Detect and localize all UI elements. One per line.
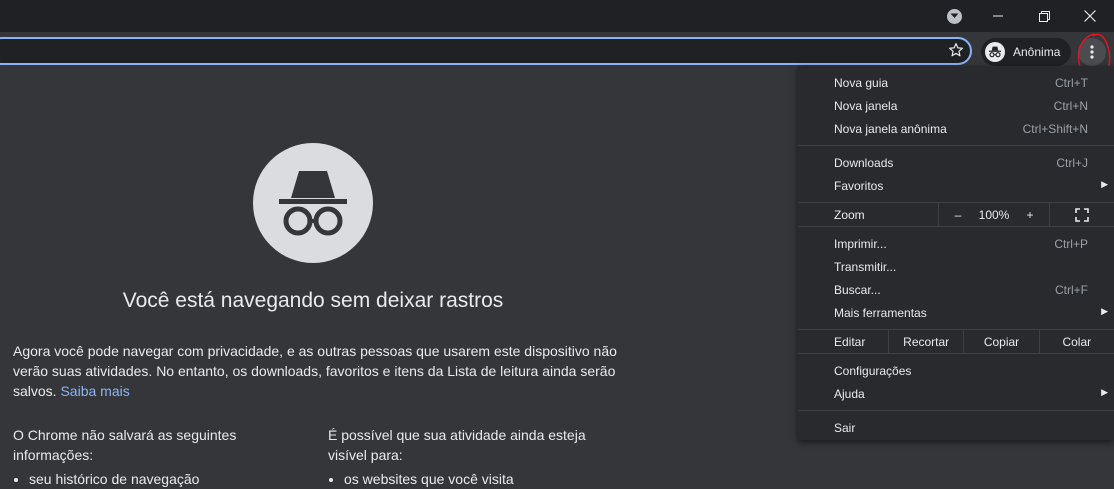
menu-item-label: Configurações: [834, 364, 912, 378]
menu-item-downloads[interactable]: Downloads Ctrl+J: [798, 152, 1114, 175]
tab-search-button[interactable]: [931, 0, 977, 32]
incognito-hero-icon: [253, 143, 373, 263]
restore-icon: [1038, 10, 1050, 22]
cut-button[interactable]: Recortar: [888, 330, 963, 353]
incognito-icon: [985, 42, 1005, 62]
restore-button[interactable]: [1021, 0, 1067, 32]
menu-item-shortcut: Ctrl+P: [1054, 237, 1088, 251]
menu-item-shortcut: Ctrl+Shift+N: [1022, 122, 1088, 136]
menu-item-new-window[interactable]: Nova janela Ctrl+N: [798, 95, 1114, 118]
menu-item-zoom: Zoom – 100% +: [798, 203, 1114, 226]
visible-to-column: É possível que sua atividade ainda estej…: [328, 425, 598, 489]
minimize-icon: [993, 15, 1003, 17]
chevron-down-icon: [946, 8, 962, 24]
menu-item-label: Favoritos: [834, 179, 884, 193]
zoom-out-button[interactable]: –: [939, 203, 977, 226]
menu-item-find[interactable]: Buscar... Ctrl+F: [798, 279, 1114, 302]
bookmark-star-icon[interactable]: [946, 40, 966, 60]
learn-more-link[interactable]: Saiba mais: [60, 383, 129, 399]
profile-label: Anônima: [1013, 45, 1061, 59]
menu-item-label: Nova janela: [834, 99, 898, 113]
fullscreen-icon: [1075, 207, 1089, 222]
menu-item-label: Sair: [834, 421, 856, 435]
close-button[interactable]: [1067, 0, 1113, 32]
menu-item-edit: Editar Recortar Copiar Colar: [798, 330, 1114, 353]
paste-button[interactable]: Colar: [1038, 330, 1114, 353]
menu-item-bookmarks[interactable]: Favoritos ▶: [798, 175, 1114, 198]
more-vert-icon: [1090, 45, 1094, 59]
incognito-profile-chip[interactable]: Anônima: [981, 38, 1071, 66]
menu-item-more-tools[interactable]: Mais ferramentas ▶: [798, 302, 1114, 325]
zoom-level: 100%: [978, 207, 1010, 222]
menu-item-label: Buscar...: [834, 283, 881, 297]
visible-to-heading: É possível que sua atividade ainda estej…: [328, 427, 586, 463]
menu-item-label: Ajuda: [834, 387, 865, 401]
menu-item-new-tab[interactable]: Nova guia Ctrl+T: [798, 72, 1114, 95]
title-bar: [0, 0, 1114, 32]
menu-item-shortcut: Ctrl+J: [1056, 156, 1088, 170]
intro-paragraph: Agora você pode navegar com privacidade,…: [13, 341, 623, 401]
list-item: seu histórico de navegação: [29, 469, 283, 489]
menu-item-print[interactable]: Imprimir... Ctrl+P: [798, 233, 1114, 256]
menu-item-label: Mais ferramentas: [834, 306, 927, 320]
menu-separator: [798, 145, 1114, 146]
menu-item-label: Transmitir...: [834, 260, 897, 274]
menu-item-label: Imprimir...: [834, 237, 887, 251]
menu-separator: [798, 226, 1114, 227]
address-bar[interactable]: [0, 37, 972, 65]
minimize-button[interactable]: [975, 0, 1021, 32]
not-saved-column: O Chrome não salvará as seguintes inform…: [13, 425, 283, 489]
menu-item-new-incognito-window[interactable]: Nova janela anônima Ctrl+Shift+N: [798, 118, 1114, 141]
submenu-arrow-icon: ▶: [1101, 306, 1108, 316]
list-item: os websites que você visita: [344, 469, 598, 489]
menu-item-settings[interactable]: Configurações: [798, 360, 1114, 383]
chrome-menu-button[interactable]: [1078, 38, 1106, 66]
submenu-arrow-icon: ▶: [1101, 179, 1108, 189]
menu-separator: [798, 353, 1114, 354]
edit-label: Editar: [834, 334, 866, 349]
menu-item-cast[interactable]: Transmitir...: [798, 256, 1114, 279]
zoom-label: Zoom: [834, 208, 865, 222]
copy-button[interactable]: Copiar: [963, 330, 1038, 353]
fullscreen-button[interactable]: [1049, 203, 1114, 226]
close-icon: [1084, 10, 1096, 22]
menu-item-label: Nova guia: [834, 76, 889, 90]
menu-separator: [798, 410, 1114, 411]
menu-item-label: Nova janela anônima: [834, 122, 947, 136]
chrome-menu: Nova guia Ctrl+T Nova janela Ctrl+N Nova…: [798, 66, 1114, 440]
menu-item-help[interactable]: Ajuda ▶: [798, 383, 1114, 406]
menu-item-shortcut: Ctrl+F: [1055, 283, 1088, 297]
page-title: Você está navegando sem deixar rastros: [122, 289, 504, 312]
menu-item-exit[interactable]: Sair: [798, 417, 1114, 440]
menu-item-label: Downloads: [834, 156, 894, 170]
menu-item-shortcut: Ctrl+N: [1053, 99, 1088, 113]
menu-item-shortcut: Ctrl+T: [1055, 76, 1088, 90]
zoom-in-button[interactable]: +: [1011, 203, 1049, 226]
not-saved-heading: O Chrome não salvará as seguintes inform…: [13, 427, 237, 463]
submenu-arrow-icon: ▶: [1101, 387, 1108, 397]
